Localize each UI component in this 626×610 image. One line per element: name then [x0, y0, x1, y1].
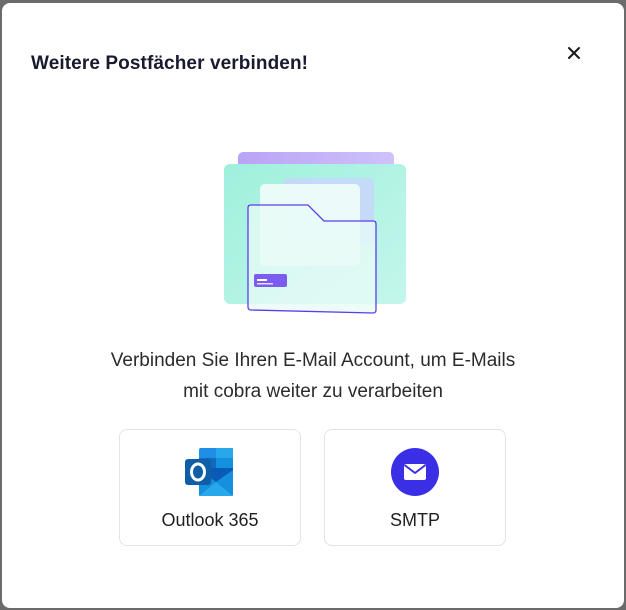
description-line-1: Verbinden Sie Ihren E-Mail Account, um E…	[110, 350, 516, 371]
smtp-label: SMTP	[389, 510, 440, 530]
description-line-2: mit cobra weiter zu verarbeiten	[183, 381, 443, 402]
connect-mailbox-dialog: Weitere Postfächer verbinden! Verbinden …	[2, 3, 624, 608]
smtp-option[interactable]: SMTP	[324, 429, 506, 546]
folder-mail-illustration	[220, 150, 410, 316]
outlook-365-option[interactable]: Outlook 365	[119, 429, 301, 546]
outlook-icon	[183, 446, 237, 498]
close-icon[interactable]	[564, 43, 584, 63]
dialog-title: Weitere Postfächer verbinden!	[31, 53, 309, 74]
dialog-description: Verbinden Sie Ihren E-Mail Account, um E…	[2, 345, 624, 407]
outlook-365-label: Outlook 365	[161, 510, 259, 530]
envelope-icon	[388, 446, 442, 498]
